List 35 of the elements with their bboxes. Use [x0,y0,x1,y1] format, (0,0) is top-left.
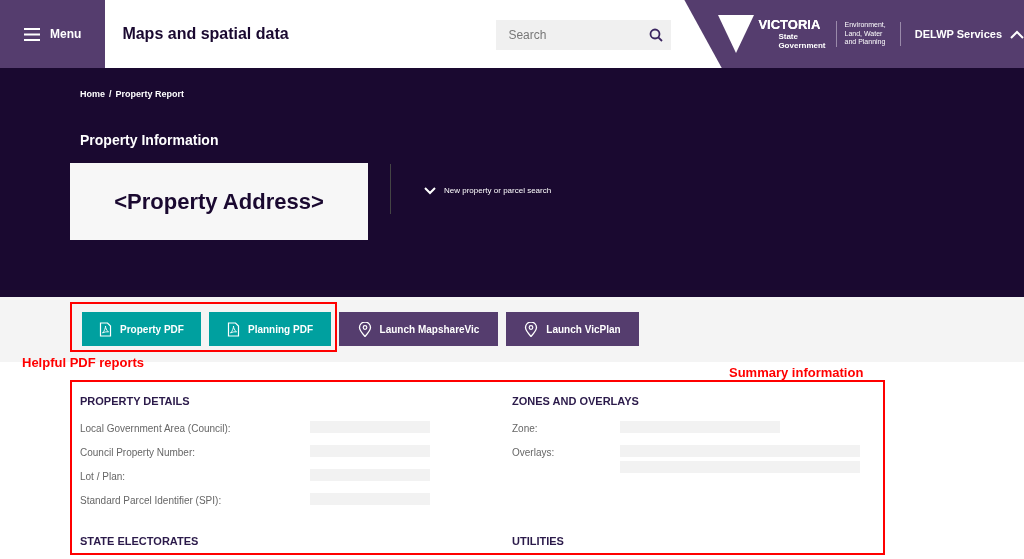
chevron-down-icon [424,187,436,195]
section-heading: PROPERTY DETAILS [80,394,191,409]
launch-button[interactable]: Launch MapshareVic [339,312,498,346]
property-address: <Property Address> [114,188,324,216]
breadcrumb-link[interactable]: Home [80,88,105,102]
map-pin-icon [524,321,539,337]
pdf-file-icon [99,321,113,337]
annotation-label: Helpful PDF reports [22,354,145,372]
section-heading: STATE ELECTORATES [80,534,200,549]
breadcrumb-separator: / [109,88,112,101]
annotation-label: Summary information [729,364,864,382]
page-title: Property Information [80,130,220,150]
chevron-up-icon [1010,29,1024,39]
field-label: Local Government Area (Council): [80,421,232,436]
site-title: Maps and spatial data [122,24,290,44]
breadcrumb-link[interactable]: Property Report [115,88,185,102]
map-pin-icon [357,321,372,337]
logo-wordmark: VICTORIA [758,17,822,31]
section-heading: ZONES AND OVERLAYS [512,394,640,409]
launch-button[interactable]: Launch VicPlan [506,312,639,346]
field-label: Overlays: [512,445,556,460]
field-label: Council Property Number: [80,445,197,460]
services-menu-button[interactable]: DELWP Services [899,21,1024,47]
search-icon [649,28,664,42]
pdf-file-icon [227,321,240,337]
menu-button[interactable]: Menu [0,0,106,68]
field-label: Standard Parcel Identifier (SPI): [80,493,223,508]
field-label: Zone: [512,421,539,436]
triangle-logo-icon [718,14,755,54]
search-field[interactable]: Search [496,20,672,50]
field-label: Lot / Plan: [80,469,127,484]
menu-icon [24,27,40,41]
section-heading: UTILITIES [512,534,565,549]
new-search-toggle[interactable]: New property or parcel search [418,184,558,198]
logo-subtitle: State Government [778,32,826,51]
